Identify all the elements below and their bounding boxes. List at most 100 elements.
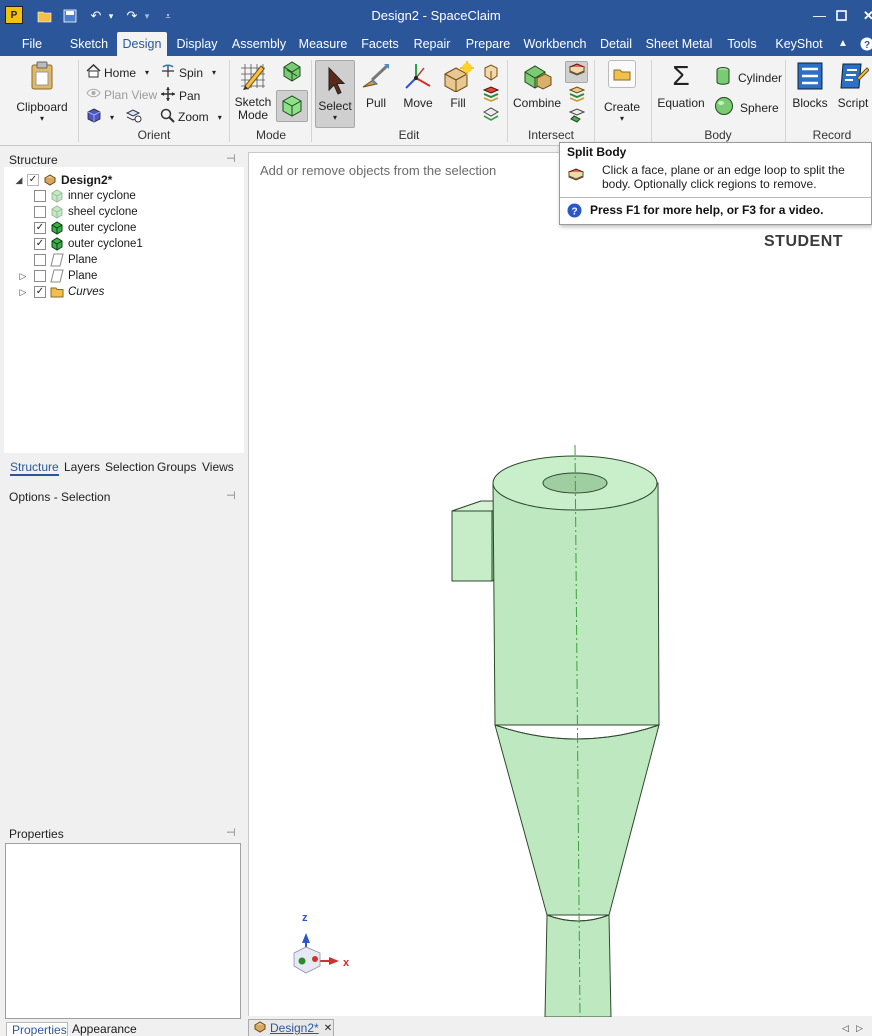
3d-viewport[interactable]: Add or remove objects from the selection…	[248, 152, 872, 1017]
tab-properties[interactable]: Properties	[6, 1022, 68, 1036]
panel-tab-structure[interactable]: Structure	[10, 458, 59, 476]
tree-item[interactable]: Plane	[34, 252, 97, 268]
document-tab-label: Design2*	[270, 1021, 319, 1035]
options-panel-title: Options - Selection	[9, 490, 111, 504]
blend-button[interactable]	[482, 85, 500, 105]
tab-assembly[interactable]: Assembly	[231, 32, 287, 56]
sphere-button[interactable]: Sphere	[714, 96, 779, 119]
tree-item[interactable]: ✓ outer cyclone1	[34, 236, 143, 252]
panel-tab-layers[interactable]: Layers	[64, 458, 100, 476]
tree-root[interactable]: ◢ ✓ Design2*	[14, 172, 113, 188]
tab-detail[interactable]: Detail	[597, 32, 635, 56]
fill-button[interactable]: Fill	[440, 60, 476, 110]
tab-file[interactable]: File	[13, 32, 51, 56]
visibility-checkbox[interactable]: ✓	[34, 286, 46, 298]
visibility-checkbox[interactable]	[34, 254, 46, 266]
clipboard-dropdown-icon[interactable]: ▾	[14, 114, 70, 123]
script-label: Script	[837, 96, 869, 110]
minimize-icon[interactable]: —	[813, 8, 826, 23]
visibility-checkbox[interactable]	[34, 270, 46, 282]
tab-sketch[interactable]: Sketch	[66, 32, 112, 56]
root-checkbox[interactable]: ✓	[27, 174, 39, 186]
separator	[507, 60, 508, 142]
collapse-arrow-icon[interactable]: ◢	[14, 175, 24, 186]
sweep-button[interactable]	[482, 106, 500, 126]
blocks-button[interactable]: Blocks	[790, 60, 830, 110]
visibility-checkbox[interactable]	[34, 190, 46, 202]
tree-item[interactable]: ▷ ✓ Curves	[20, 284, 104, 300]
tab-keyshot[interactable]: KeyShot	[773, 32, 825, 56]
tab-prepare[interactable]: Prepare	[463, 32, 513, 56]
document-tab[interactable]: Design2* ✕	[248, 1019, 334, 1036]
spin-icon	[160, 64, 176, 81]
visibility-checkbox[interactable]: ✓	[34, 238, 46, 250]
tab-sheet-metal[interactable]: Sheet Metal	[645, 32, 713, 56]
close-icon[interactable]: ✕	[863, 8, 872, 24]
select-button[interactable]: Select ▾	[315, 60, 355, 128]
tab-design[interactable]: Design	[117, 32, 167, 56]
tab-tools[interactable]: Tools	[723, 32, 761, 56]
create-button[interactable]: Create ▾	[600, 60, 644, 123]
clipboard-button[interactable]: Clipboard ▾	[14, 60, 70, 123]
panel-tab-views[interactable]: Views	[202, 458, 234, 476]
view-settings-icon[interactable]	[125, 108, 142, 126]
spin-button[interactable]: Spin ▾	[160, 64, 216, 81]
panel-tab-groups[interactable]: Groups	[157, 458, 196, 476]
select-dropdown-icon[interactable]: ▾	[316, 113, 354, 122]
pin-icon[interactable]: ⊣	[226, 826, 236, 839]
split-body-button[interactable]	[565, 61, 588, 83]
zoom-button[interactable]: Zoom ▾	[160, 108, 222, 126]
tab-repair[interactable]: Repair	[411, 32, 453, 56]
move-button[interactable]: Move	[400, 60, 436, 110]
home-dropdown-icon[interactable]: ▾	[145, 68, 149, 77]
expand-arrow-icon[interactable]: ▷	[18, 271, 28, 282]
tab-measure[interactable]: Measure	[297, 32, 349, 56]
3d-mode-button[interactable]	[276, 90, 308, 122]
sketch-mode-button[interactable]: Sketch Mode	[234, 60, 272, 122]
panel-tab-selection[interactable]: Selection	[105, 458, 154, 476]
tab-display[interactable]: Display	[174, 32, 220, 56]
close-tab-icon[interactable]: ✕	[324, 1023, 332, 1034]
blocks-label: Blocks	[792, 96, 828, 110]
tab-facets[interactable]: Facets	[359, 32, 401, 56]
home-button[interactable]: Home ▾	[86, 63, 149, 81]
pull-button[interactable]: Pull	[358, 60, 394, 110]
tree-item[interactable]: ✓ outer cyclone	[34, 220, 136, 236]
properties-pane	[5, 843, 241, 1019]
scroll-right-icon[interactable]: ▷	[856, 1023, 863, 1034]
tab-workbench[interactable]: Workbench	[522, 32, 588, 56]
project-button[interactable]	[568, 106, 586, 126]
view-cube-button[interactable]: ▾	[86, 108, 142, 126]
pin-icon[interactable]: ⊣	[226, 489, 236, 502]
pin-icon[interactable]: ⊣	[226, 152, 236, 165]
script-button[interactable]: Script	[834, 60, 872, 110]
dust-outlet-pipe[interactable]	[544, 914, 612, 1017]
clipboard-icon	[26, 60, 58, 92]
tree-item[interactable]: ▷ Plane	[20, 268, 97, 284]
visibility-checkbox[interactable]	[34, 206, 46, 218]
zoom-dropdown-icon[interactable]: ▾	[218, 113, 222, 122]
spin-dropdown-icon[interactable]: ▾	[212, 68, 216, 77]
collapse-ribbon-icon[interactable]: ▲	[836, 32, 850, 56]
pan-button[interactable]: Pan	[160, 86, 200, 105]
axis-triad	[293, 933, 339, 974]
help-icon[interactable]: ?	[860, 32, 872, 56]
plan-view-button[interactable]: Plan View	[86, 86, 157, 103]
combine-button[interactable]: Combine	[512, 60, 562, 110]
equation-button[interactable]: Σ Equation	[656, 60, 706, 110]
expand-arrow-icon[interactable]: ▷	[18, 287, 28, 298]
view-cube-dropdown-icon[interactable]: ▾	[110, 113, 114, 122]
cyclone-model[interactable]: z x	[249, 153, 872, 1017]
create-dropdown-icon[interactable]: ▾	[600, 114, 644, 123]
tree-item[interactable]: inner cyclone	[34, 188, 136, 204]
maximize-icon[interactable]	[836, 8, 847, 24]
tab-appearance[interactable]: Appearance	[72, 1022, 137, 1036]
section-mode-button[interactable]	[281, 60, 303, 82]
split-button[interactable]	[568, 85, 586, 105]
conical-section[interactable]	[494, 724, 660, 916]
cylinder-button[interactable]: Cylinder	[714, 66, 782, 89]
tweak-face-button[interactable]	[482, 64, 499, 84]
scroll-left-icon[interactable]: ◁	[842, 1023, 849, 1034]
visibility-checkbox[interactable]: ✓	[34, 222, 46, 234]
tree-item[interactable]: sheel cyclone	[34, 204, 138, 220]
